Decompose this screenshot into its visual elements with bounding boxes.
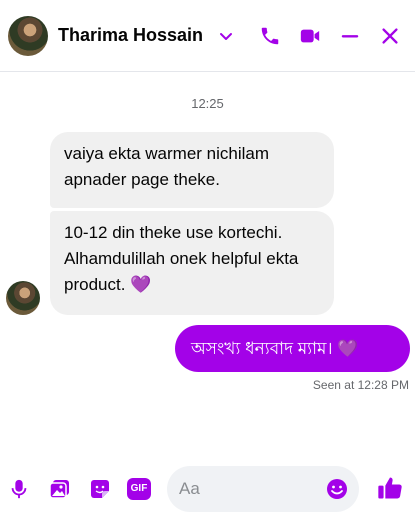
thumbs-up-icon[interactable] [376, 474, 404, 502]
message-input[interactable] [179, 466, 319, 512]
minimize-icon[interactable] [338, 24, 362, 48]
time-separator: 12:25 [191, 96, 224, 111]
phone-icon[interactable] [258, 24, 282, 48]
contact-name[interactable]: Tharima Hossain [58, 25, 203, 46]
close-icon[interactable] [378, 24, 402, 48]
incoming-message[interactable]: 10-12 din theke use kortechi. Alhamdulil… [50, 211, 334, 315]
chat-header: Tharima Hossain [0, 0, 415, 72]
emoji-icon[interactable] [325, 477, 349, 501]
message-text: অসংখ্য ধন্যবাদ ম্যাম। [191, 339, 333, 358]
heart-emoji: 💜 [337, 339, 359, 358]
video-icon[interactable] [298, 24, 322, 48]
message-input-container[interactable] [167, 466, 359, 512]
sender-avatar [6, 281, 40, 315]
photo-icon[interactable] [47, 476, 73, 502]
gif-icon[interactable]: GIF [127, 478, 151, 500]
heart-emoji: 💜 [130, 275, 152, 294]
contact-avatar[interactable] [8, 16, 48, 56]
incoming-message[interactable]: vaiya ekta warmer nichilam apnader page … [50, 132, 334, 208]
chevron-down-icon[interactable] [218, 28, 234, 44]
sticker-icon[interactable] [87, 476, 113, 502]
message-text: 10-12 din theke use kortechi. Alhamdulil… [64, 223, 299, 294]
message-text: vaiya ekta warmer nichilam apnader page … [64, 144, 270, 189]
seen-status: Seen at 12:28 PM [312, 378, 409, 392]
microphone-icon[interactable] [6, 476, 32, 502]
composer: GIF [0, 452, 415, 520]
outgoing-message[interactable]: অসংখ্য ধন্যবাদ ম্যাম। 💜 [175, 325, 410, 372]
